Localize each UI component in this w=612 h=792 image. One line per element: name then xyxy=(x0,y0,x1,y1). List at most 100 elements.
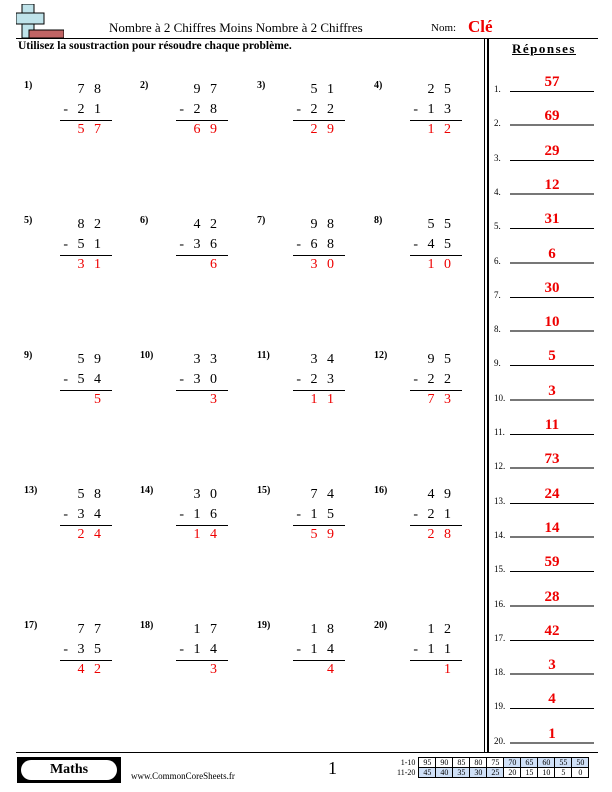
problem-answer: 1 4 xyxy=(193,527,220,542)
answer-value: 4 xyxy=(548,691,556,708)
minuend: 7 8 xyxy=(77,82,104,97)
answer-value: 29 xyxy=(544,142,560,159)
answer-number: 15. xyxy=(494,564,506,575)
answer-number: 10. xyxy=(494,392,506,403)
answer-row: 8. 10 xyxy=(494,312,594,334)
answer-row: 6. 6 xyxy=(494,244,594,266)
answer-value: 42 xyxy=(544,622,560,639)
answer-number: 4. xyxy=(494,186,501,197)
subtrahend: - 2 1 xyxy=(413,507,454,522)
answer-line xyxy=(510,228,594,230)
minuend: 9 5 xyxy=(427,352,454,367)
minuend: 5 8 xyxy=(77,487,104,502)
problem-answer: 2 4 xyxy=(77,527,104,542)
answer-row: 17. 42 xyxy=(494,621,594,643)
subtrahend: - 1 4 xyxy=(296,642,337,657)
answer-number: 7. xyxy=(494,289,501,300)
score-cell: 30 xyxy=(469,767,488,778)
answer-value: 3 xyxy=(548,382,556,399)
minuend: 1 2 xyxy=(427,622,454,637)
problem-answer: 6 xyxy=(210,257,220,272)
minuend: 5 9 xyxy=(77,352,104,367)
minuend: 9 8 xyxy=(310,217,337,232)
answer-value: 28 xyxy=(544,588,560,605)
sum-line xyxy=(293,660,345,661)
answer-line xyxy=(510,502,594,504)
problem-number: 4) xyxy=(374,80,383,91)
score-cell: 55 xyxy=(554,757,573,768)
subtrahend: - 3 6 xyxy=(179,237,220,252)
subtrahend: - 1 1 xyxy=(413,642,454,657)
score-cell: 90 xyxy=(435,757,454,768)
answer-number: 16. xyxy=(494,598,506,609)
problem-answer: 2 9 xyxy=(310,122,337,137)
problem-answer: 3 xyxy=(210,392,220,407)
footer-divider xyxy=(16,752,598,753)
problem: 18) 1 7 - 1 4 3 xyxy=(140,620,240,690)
problem-answer: 3 0 xyxy=(310,257,337,272)
answer-number: 20. xyxy=(494,735,506,746)
answer-number: 2. xyxy=(494,118,501,129)
answer-number: 6. xyxy=(494,255,501,266)
answer-line xyxy=(510,91,594,92)
problem: 19) 1 8 - 1 4 4 xyxy=(257,620,357,690)
problem-number: 12) xyxy=(374,350,388,361)
minuend: 5 1 xyxy=(310,82,337,97)
answer-row: 18. 3 xyxy=(494,655,594,677)
sum-line xyxy=(176,525,228,526)
answer-row: 2. 69 xyxy=(494,106,594,129)
subtrahend: - 6 8 xyxy=(296,237,337,252)
score-cell: 35 xyxy=(452,767,471,778)
score-row: 11-20 45 40 35 30 25 20 15 10 5 0 xyxy=(395,767,590,778)
answer-number: 19. xyxy=(494,701,506,712)
problem-answer: 1 1 xyxy=(310,392,337,407)
name-value: Clé xyxy=(468,17,493,36)
problem-number: 10) xyxy=(140,350,154,361)
subtrahend: - 5 1 xyxy=(63,237,104,252)
minuend: 9 7 xyxy=(193,82,220,97)
sum-line xyxy=(293,525,345,526)
problem-answer: 1 0 xyxy=(427,257,454,272)
subject-label: Maths xyxy=(21,760,117,780)
subtrahend: - 1 6 xyxy=(179,507,220,522)
sum-line xyxy=(410,390,462,391)
answer-row: 12. 73 xyxy=(494,449,594,471)
answer-line xyxy=(510,434,594,435)
answer-row: 11. 11 xyxy=(494,415,594,437)
plus-minus-logo-icon xyxy=(16,4,64,38)
answer-row: 14. 14 xyxy=(494,518,594,540)
sum-line xyxy=(60,525,112,526)
problem-number: 13) xyxy=(24,485,38,496)
sum-line xyxy=(410,255,462,256)
answer-number: 3. xyxy=(494,152,501,163)
problem-answer: 7 3 xyxy=(427,392,454,407)
sum-line xyxy=(410,660,462,661)
answer-value: 3 xyxy=(548,657,556,674)
answer-line xyxy=(510,159,594,161)
problem-answer: 5 9 xyxy=(310,527,337,542)
problem: 16) 4 9 - 2 1 2 8 xyxy=(374,485,474,555)
problem-number: 20) xyxy=(374,620,388,631)
problem: 2) 9 7 - 2 8 6 9 xyxy=(140,80,240,150)
answer-row: 5. 31 xyxy=(494,209,594,232)
problem: 8) 5 5 - 4 5 1 0 xyxy=(374,215,474,285)
problem-answer: 6 9 xyxy=(193,122,220,137)
minuend: 3 4 xyxy=(310,352,337,367)
score-table: 1-10 95 90 85 80 75 70 65 60 55 50 11-20 45 40 35 30 25 2… xyxy=(395,757,590,778)
problem-number: 6) xyxy=(140,215,149,226)
problem-number: 16) xyxy=(374,485,388,496)
problem-number: 18) xyxy=(140,620,154,631)
answer-row: 20. 1 xyxy=(494,724,594,746)
answer-row: 7. 30 xyxy=(494,278,594,300)
problem-number: 17) xyxy=(24,620,38,631)
minuend: 7 4 xyxy=(310,487,337,502)
answer-value: 24 xyxy=(544,485,560,502)
subject-badge: Maths xyxy=(17,757,121,783)
problem-answer: 3 xyxy=(210,662,220,677)
answer-number: 5. xyxy=(494,221,501,232)
answer-row: 9. 5 xyxy=(494,346,594,368)
answer-line xyxy=(510,708,594,710)
score-cell: 75 xyxy=(486,757,505,768)
answer-value: 73 xyxy=(544,451,560,468)
answer-value: 11 xyxy=(544,417,560,433)
